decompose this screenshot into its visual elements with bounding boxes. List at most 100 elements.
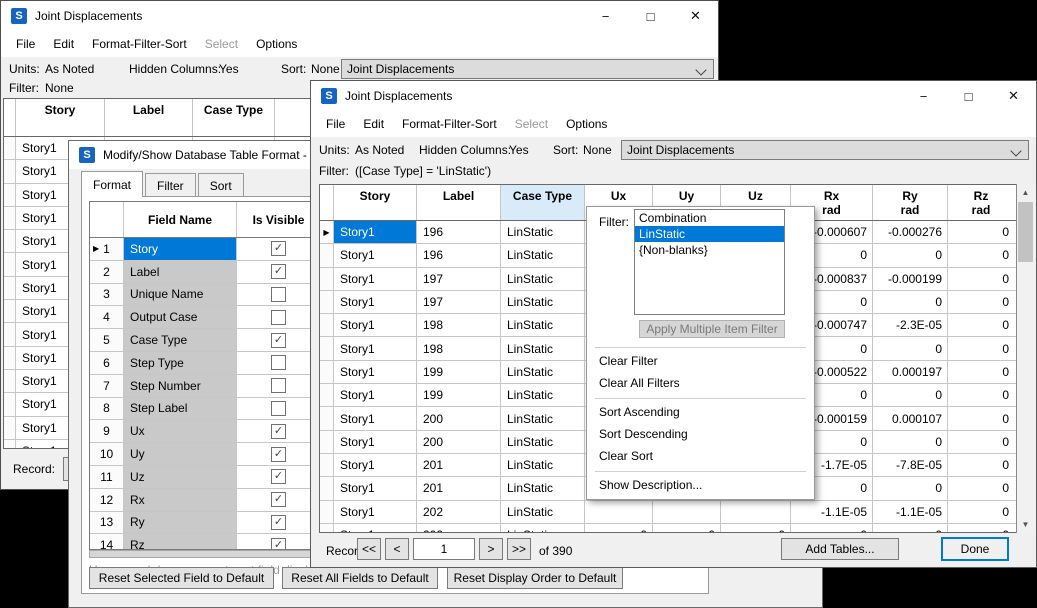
field-name-cell[interactable]: Label (124, 261, 237, 283)
menu-edit[interactable]: Edit (44, 37, 83, 51)
minimize-button[interactable]: − (901, 81, 946, 111)
minimize-button[interactable]: − (583, 1, 628, 31)
field-grid-row[interactable]: 6Step Type (90, 352, 319, 375)
field-name-cell[interactable]: Unique Name (124, 284, 237, 306)
menu-select[interactable]: Select (506, 117, 557, 131)
maximize-button[interactable]: □ (628, 1, 673, 31)
filter-option-combination[interactable]: Combination (635, 210, 784, 226)
column-header-rz[interactable]: Rzrad (948, 185, 1014, 220)
vertical-scrollbar[interactable]: ▲ ▼ (1016, 184, 1034, 533)
field-name-cell[interactable]: Ux (124, 420, 237, 442)
add-tables-button[interactable]: Add Tables... (781, 538, 899, 560)
menu-select[interactable]: Select (196, 37, 247, 51)
field-name-cell[interactable]: Rx (124, 489, 237, 511)
column-header-label[interactable]: Label (105, 99, 193, 136)
menu-file[interactable]: File (317, 117, 354, 131)
apply-multiple-item-filter-button[interactable]: Apply Multiple Item Filter (639, 320, 785, 338)
field-grid-row[interactable]: 4Output Case (90, 306, 319, 329)
field-grid-row[interactable]: 12Rx✓ (90, 489, 319, 512)
horizontal-scrollbar[interactable] (89, 550, 320, 558)
reset-display-order-button[interactable]: Reset Display Order to Default (447, 567, 623, 589)
field-name-cell[interactable]: Ry (124, 512, 237, 534)
table-row[interactable]: Story1202LinStatic-1.1E-05-1.1E-050 (320, 501, 1016, 524)
checkbox-checked[interactable]: ✓ (271, 264, 286, 279)
done-button[interactable]: Done (941, 537, 1009, 561)
menu-format-filter-sort[interactable]: Format-Filter-Sort (393, 117, 506, 131)
menu-item-clear-sort[interactable]: Clear Sort (599, 449, 653, 463)
field-grid-row[interactable]: 14Rz✓ (90, 534, 319, 550)
checkbox-checked[interactable]: ✓ (271, 333, 286, 348)
menu-file[interactable]: File (7, 37, 44, 51)
record-next-button[interactable]: > (479, 538, 503, 560)
record-number-input[interactable]: 1 (413, 538, 475, 560)
field-grid-row[interactable]: 3Unique Name (90, 284, 319, 307)
field-name-cell[interactable]: Case Type (124, 329, 237, 351)
field-name-cell[interactable]: Step Type (124, 352, 237, 374)
field-grid-row[interactable]: 8Step Label (90, 398, 319, 421)
checkbox-unchecked[interactable] (271, 287, 286, 302)
reset-selected-field-button[interactable]: Reset Selected Field to Default (89, 567, 274, 589)
field-grid-row[interactable]: 2Label✓ (90, 261, 319, 284)
field-grid-row[interactable]: 11Uz✓ (90, 466, 319, 489)
field-grid-row[interactable]: 5Case Type✓ (90, 329, 319, 352)
table-select-combobox[interactable]: Joint Displacements (621, 140, 1029, 160)
column-header-ry[interactable]: Ryrad (873, 185, 948, 220)
menu-item-show-description[interactable]: Show Description... (599, 478, 702, 492)
field-name-cell[interactable]: Uy (124, 443, 237, 465)
checkbox-unchecked[interactable] (271, 401, 286, 416)
table-row[interactable]: Story1202LinStatic000000 (320, 524, 1016, 533)
field-grid-row[interactable]: ▶1Story✓ (90, 238, 319, 261)
column-header-story[interactable]: Story (16, 99, 105, 136)
menu-item-sort-ascending[interactable]: Sort Ascending (599, 405, 680, 419)
menu-item-clear-all-filters[interactable]: Clear All Filters (599, 376, 680, 390)
checkbox-checked[interactable]: ✓ (271, 241, 286, 256)
filter-option-linstatic[interactable]: LinStatic (635, 226, 784, 242)
column-header-case-type[interactable]: Case Type (193, 99, 275, 136)
scroll-down-icon[interactable]: ▼ (1017, 516, 1034, 533)
title-bar[interactable]: S Joint Displacements − □ ✕ (311, 81, 1036, 111)
menu-item-clear-filter[interactable]: Clear Filter (599, 354, 658, 368)
checkbox-checked[interactable]: ✓ (271, 469, 286, 484)
tab-filter[interactable]: Filter (145, 173, 196, 197)
field-name-cell[interactable]: Step Number (124, 375, 237, 397)
column-header-label[interactable]: Label (417, 185, 501, 220)
field-grid-row[interactable]: 9Ux✓ (90, 420, 319, 443)
column-header-case-type[interactable]: Case Type (501, 185, 585, 220)
checkbox-checked[interactable]: ✓ (271, 492, 286, 507)
menu-format-filter-sort[interactable]: Format-Filter-Sort (83, 37, 196, 51)
checkbox-unchecked[interactable] (271, 378, 286, 393)
reset-all-fields-button[interactable]: Reset All Fields to Default (282, 567, 438, 589)
record-last-button[interactable]: >> (507, 538, 531, 560)
field-name-cell[interactable]: Uz (124, 466, 237, 488)
tab-format[interactable]: Format (81, 171, 143, 197)
menu-options[interactable]: Options (247, 37, 306, 51)
checkbox-checked[interactable]: ✓ (271, 515, 286, 530)
menu-edit[interactable]: Edit (354, 117, 393, 131)
record-first-button[interactable]: << (357, 538, 381, 560)
close-button[interactable]: ✕ (673, 1, 718, 31)
checkbox-unchecked[interactable] (271, 355, 286, 370)
field-name-cell[interactable]: Step Label (124, 398, 237, 420)
scroll-up-icon[interactable]: ▲ (1017, 184, 1034, 201)
field-grid-row[interactable]: 10Uy✓ (90, 443, 319, 466)
table-select-combobox[interactable]: Joint Displacements (341, 59, 714, 79)
field-grid-row[interactable]: 13Ry✓ (90, 512, 319, 535)
close-button[interactable]: ✕ (991, 81, 1036, 111)
checkbox-unchecked[interactable] (271, 310, 286, 325)
column-header-story[interactable]: Story (334, 185, 417, 220)
record-prev-button[interactable]: < (385, 538, 409, 560)
checkbox-checked[interactable]: ✓ (271, 538, 286, 550)
field-grid-row[interactable]: 7Step Number (90, 375, 319, 398)
tab-sort[interactable]: Sort (198, 173, 244, 197)
checkbox-checked[interactable]: ✓ (271, 424, 286, 439)
checkbox-checked[interactable]: ✓ (271, 447, 286, 462)
menu-item-sort-descending[interactable]: Sort Descending (599, 427, 688, 441)
field-name-cell[interactable]: Story (124, 238, 237, 260)
title-bar[interactable]: S Joint Displacements − □ ✕ (1, 1, 718, 31)
field-name-cell[interactable]: Output Case (124, 306, 237, 328)
menu-options[interactable]: Options (557, 117, 616, 131)
filter-values-listbox[interactable]: CombinationLinStatic{Non-blanks} (634, 209, 785, 315)
field-name-cell[interactable]: Rz (124, 534, 237, 550)
filter-option-non-blanks[interactable]: {Non-blanks} (635, 242, 784, 258)
maximize-button[interactable]: □ (946, 81, 991, 111)
